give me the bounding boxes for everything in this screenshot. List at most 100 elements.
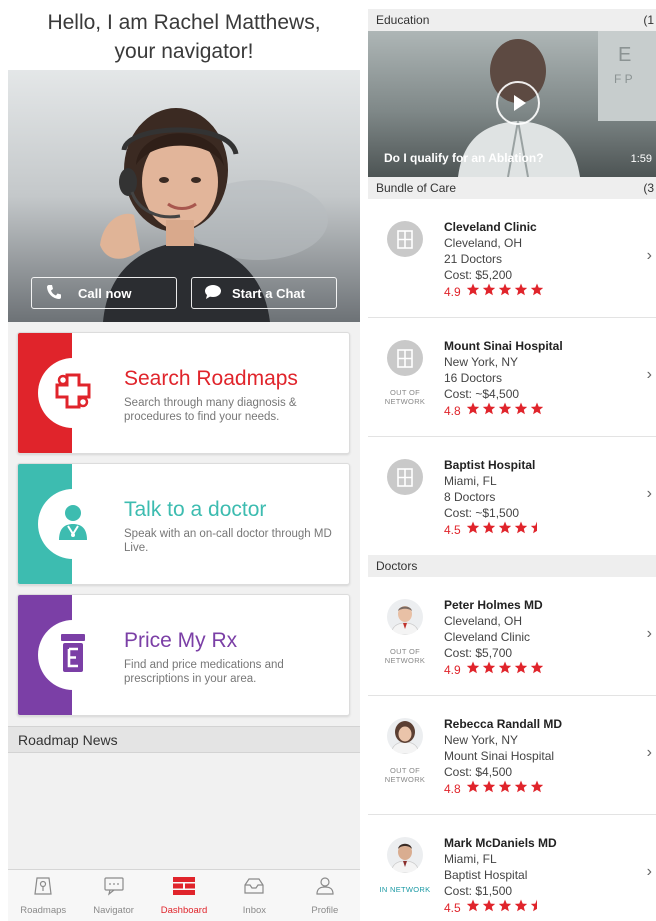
doctor-row[interactable]: OUT OF NETWORK Peter Holmes MD Cleveland… [368,577,656,696]
video-duration: 1:59 [630,153,652,165]
doctor-count: 8 Doctors [444,490,496,504]
star-icon [466,661,482,678]
tab-dashboard[interactable]: Dashboard [149,870,219,921]
star-rating [466,780,546,797]
network-status: OUT OF NETWORK [384,388,426,406]
rating-value: 4.5 [444,900,461,915]
doctor-info: Mark McDaniels MD Miami, FL Baptist Hosp… [444,835,557,916]
hospital-info: Mount Sinai Hospital New York, NY 16 Doc… [444,338,563,419]
doctor-avatar [387,837,423,873]
card-title: Talk to a doctor [124,498,267,521]
hospital-location: New York, NY [444,355,519,369]
start-chat-button[interactable]: Start a Chat [191,277,337,309]
doctor-count: 16 Doctors [444,371,503,385]
hospital-row[interactable]: Cleveland Clinic Cleveland, OH 21 Doctor… [368,199,656,318]
hospital-row[interactable]: OUT OF NETWORK Mount Sinai Hospital New … [368,318,656,437]
cost: Cost: ~$4,500 [444,387,520,401]
star-icon [466,402,482,419]
star-icon [530,661,546,678]
chevron-right-icon: › [646,625,652,642]
star-icon [514,899,530,916]
doctor-location: Miami, FL [444,852,497,866]
rating-value: 4.8 [444,403,461,418]
navigator-hero: Hello, I am Rachel Matthews, your naviga… [8,0,360,322]
star-icon [530,402,546,419]
doctor-avatar [387,718,423,754]
star-icon [514,283,530,300]
star-icon [498,402,514,419]
doctor-row[interactable]: OUT OF NETWORK Rebecca Randall MD New Yo… [368,696,656,815]
tab-profile[interactable]: Profile [290,870,360,921]
phone-icon [46,284,62,303]
tab-label: Dashboard [160,905,208,916]
education-section-header: Education (1 [368,9,656,31]
search-roadmaps-card[interactable]: Search Roadmaps Search through many diag… [17,332,350,454]
section-title: Education [376,13,430,27]
rating: 4.8 [444,402,563,419]
video-title: Do I qualify for an Ablation? [384,151,544,165]
star-icon [530,521,546,538]
star-rating [466,402,546,419]
svg-text:F P: F P [614,72,633,86]
education-video[interactable]: E F P Do I qualify for an Ablation? 1:59 [368,31,656,177]
call-now-button[interactable]: Call now [31,277,177,309]
tab-inbox[interactable]: Inbox [219,870,289,921]
doctor-icon [55,502,91,547]
doctor-hospital: Baptist Hospital [444,868,528,882]
doctor-location: New York, NY [444,733,519,747]
chevron-right-icon: › [646,744,652,761]
greeting-line-1: Hello, I am Rachel Matthews, [47,11,321,34]
section-title: Bundle of Care [376,181,457,195]
doctor-info: Peter Holmes MD Cleveland, OH Cleveland … [444,597,546,678]
star-icon [498,521,514,538]
star-icon [530,899,546,916]
tab-roadmaps[interactable]: Roadmaps [8,870,78,921]
price-my-rx-card[interactable]: Price My Rx Find and price medications a… [17,594,350,716]
star-icon [466,899,482,916]
rating: 4.5 [444,521,546,538]
star-icon [498,661,514,678]
card-description: Search through many diagnosis & procedur… [124,397,297,423]
talk-to-doctor-card[interactable]: Talk to a doctor Speak with an on-call d… [17,463,350,585]
card-description: Find and price medications and prescript… [124,659,284,685]
card-title: Price My Rx [124,629,238,652]
doctor-avatar [387,599,423,635]
star-icon [482,661,498,678]
inbox-icon [243,876,265,901]
play-icon [498,95,538,127]
rating-value: 4.9 [444,284,461,299]
greeting-title: Hello, I am Rachel Matthews, your naviga… [8,8,360,66]
roadmap-news-header: Roadmap News [8,726,360,753]
tab-label: Roadmaps [20,905,67,916]
network-status: IN NETWORK [379,885,431,894]
dashboard-icon [172,876,196,901]
rating-value: 4.5 [444,522,461,537]
star-icon [482,899,498,916]
cost: Cost: $5,200 [444,268,513,282]
hospital-icon [387,340,423,376]
chevron-right-icon: › [646,366,652,383]
hospital-icon [387,221,423,257]
call-now-label: Call now [78,285,132,301]
play-button[interactable] [496,81,540,125]
chevron-right-icon: › [646,247,652,264]
tab-navigator[interactable]: Navigator [78,870,148,921]
card-icon-disc [38,620,108,690]
card-title: Search Roadmaps [124,367,298,390]
hospital-row[interactable]: Baptist Hospital Miami, FL 8 Doctors Cos… [368,437,656,556]
doctor-row[interactable]: IN NETWORK Mark McDaniels MD Miami, FL B… [368,815,656,921]
greeting-line-2: your navigator! [114,40,254,63]
doctor-name: Mark McDaniels MD [444,836,557,850]
star-icon [514,780,530,797]
tab-label: Profile [311,905,339,916]
chat-bubble-icon [103,876,125,901]
hospital-location: Cleveland, OH [444,236,523,250]
section-count: (1 [643,13,654,27]
star-rating [466,899,546,916]
star-icon [498,899,514,916]
person-icon [315,876,335,901]
star-icon [514,661,530,678]
doctor-hospital: Cleveland Clinic [444,630,531,644]
section-count: (3 [643,181,654,195]
rating: 4.8 [444,780,562,797]
